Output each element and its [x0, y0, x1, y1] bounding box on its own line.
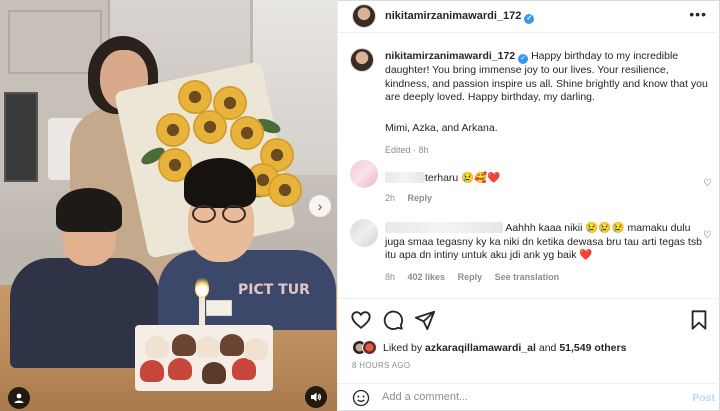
- next-photo-button[interactable]: ›: [309, 195, 331, 217]
- volume-icon: [311, 392, 321, 402]
- photo-cupcake: [220, 334, 244, 356]
- post-side-panel: nikitamirzanimawardi_172 ✓ ••• nikitamirz…: [337, 0, 720, 411]
- liker-username[interactable]: azkaraqillamawardi_al: [425, 342, 536, 354]
- photo-cupcake: [196, 336, 220, 358]
- user-tag-icon: [14, 393, 24, 403]
- photo-sunflower: [215, 88, 245, 118]
- emoji-smiley-icon[interactable]: [352, 389, 370, 407]
- like-heart-icon[interactable]: [350, 309, 372, 331]
- post-header: nikitamirzanimawardi_172 ✓ •••: [338, 0, 720, 33]
- photo-older-boy-hair: [184, 158, 256, 208]
- comment-time: 2h: [385, 193, 396, 203]
- photo-cupcake: [140, 360, 164, 382]
- save-bookmark-icon[interactable]: [688, 309, 710, 331]
- photo-candle: [199, 294, 205, 326]
- photo-tv: [4, 92, 38, 182]
- photo-candle-flame: [195, 276, 209, 298]
- add-comment-bar: Post: [338, 383, 720, 411]
- post-photo[interactable]: PICT TUR ›: [0, 0, 337, 411]
- author-username-row: nikitamirzanimawardi_172 ✓: [385, 10, 535, 24]
- likes-others-count[interactable]: 51,549 others: [559, 342, 626, 354]
- mute-button[interactable]: [305, 386, 327, 408]
- post-comment-button[interactable]: Post: [692, 392, 715, 404]
- comment-like-icon[interactable]: ♡: [703, 230, 712, 241]
- liker-avatar[interactable]: [362, 340, 377, 355]
- author-username[interactable]: nikitamirzanimawardi_172: [385, 10, 521, 22]
- likes-summary: Liked by azkaraqillamawardi_al and 51,54…: [352, 340, 626, 355]
- more-options-icon[interactable]: •••: [689, 6, 707, 22]
- share-send-icon[interactable]: [414, 309, 436, 331]
- likes-prefix: Liked by: [383, 341, 423, 354]
- photo-glasses: [192, 205, 250, 225]
- commenter-avatar[interactable]: [350, 219, 378, 247]
- photo-cupcake: [202, 362, 226, 384]
- photo-cupcake: [168, 358, 192, 380]
- photo-cake-card: [206, 300, 232, 316]
- post-actions-bar: [338, 298, 720, 338]
- caption-text-block: nikitamirzanimawardi_172 ✓ Happy birthday…: [385, 50, 715, 105]
- photo-cupcake: [232, 358, 256, 380]
- comment-time: 8h: [385, 272, 396, 282]
- comment-like-icon[interactable]: ♡: [703, 178, 712, 189]
- comment-likes-count[interactable]: 402 likes: [408, 272, 446, 282]
- caption-username[interactable]: nikitamirzanimawardi_172: [385, 50, 515, 62]
- comment-reply-button[interactable]: Reply: [408, 193, 433, 203]
- blurred-username[interactable]: [385, 172, 425, 183]
- commenter-avatar[interactable]: [350, 160, 378, 188]
- author-avatar[interactable]: [352, 4, 376, 28]
- comment-bubble-icon[interactable]: [382, 309, 404, 331]
- comment-text-row: Aahhh kaaa nikii 😢😢😢 mamaku dulu juga sm…: [385, 222, 703, 263]
- photo-cupcake: [172, 334, 196, 356]
- likes-text: Liked by azkaraqillamawardi_al and 51,54…: [383, 342, 626, 354]
- photo-sunflower: [270, 175, 300, 205]
- comment-text: terharu 😢🥰❤️: [425, 172, 501, 184]
- caption-meta: Edited · 8h: [385, 145, 429, 155]
- photo-cupcake: [145, 336, 169, 358]
- comment-text-row: terharu 😢🥰❤️: [385, 172, 703, 186]
- post-time-ago[interactable]: 8 HOURS AGO: [352, 361, 410, 370]
- caption-signature: Mimi, Azka, and Arkana.: [385, 122, 498, 134]
- photo-sunflower: [180, 82, 210, 112]
- comment-meta: 2h Reply: [385, 193, 442, 203]
- blurred-username[interactable]: [385, 222, 503, 233]
- caption-author-avatar[interactable]: [350, 48, 374, 72]
- comment-meta: 8h 402 likes Reply See translation: [385, 272, 569, 282]
- comment-reply-button[interactable]: Reply: [458, 272, 483, 282]
- verified-badge-icon: ✓: [518, 54, 529, 64]
- photo-sunflower: [232, 118, 262, 148]
- photo-younger-boy-hair: [56, 188, 122, 232]
- likes-joiner: and: [538, 341, 557, 354]
- photo-sunflower: [195, 112, 225, 142]
- user-tag-button[interactable]: [8, 387, 30, 409]
- see-translation-button[interactable]: See translation: [495, 272, 560, 282]
- photo-cupcake: [244, 338, 268, 360]
- photo-sunflower: [158, 115, 188, 145]
- photo-shirt-print: PICT TUR: [238, 282, 310, 298]
- chevron-right-icon: ›: [317, 198, 323, 214]
- verified-badge-icon: ✓: [524, 14, 535, 24]
- add-comment-input[interactable]: [382, 391, 662, 403]
